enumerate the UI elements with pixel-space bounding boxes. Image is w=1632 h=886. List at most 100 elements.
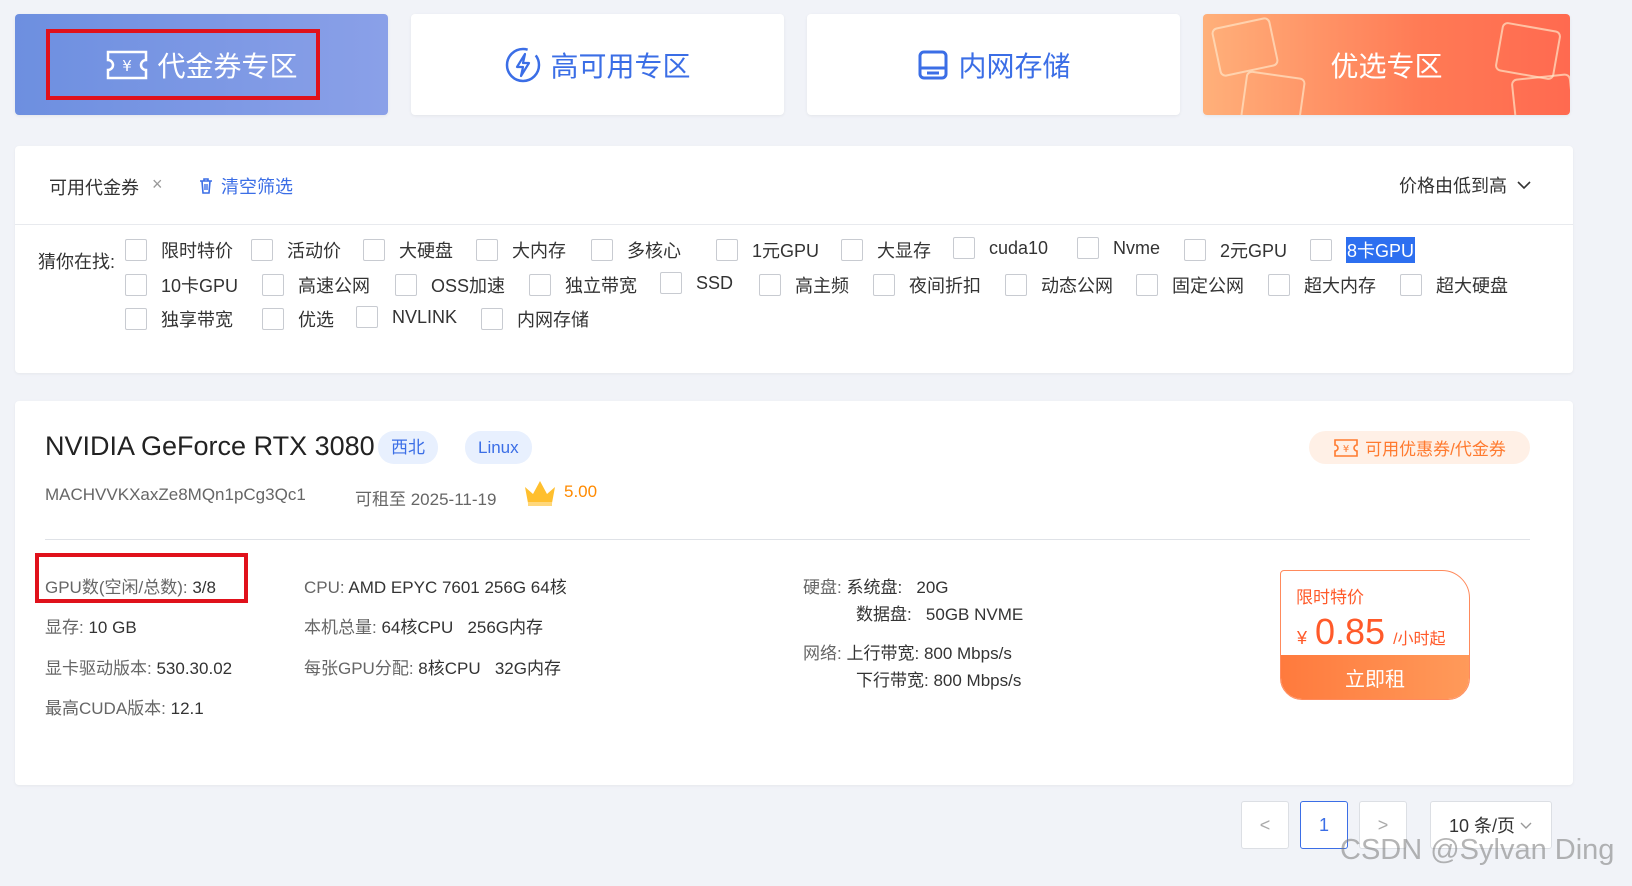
filter-option[interactable]: cuda10 [953, 237, 1048, 259]
ticket-yen-icon: ¥ [1334, 438, 1358, 457]
driver-version: 显卡驱动版本: 530.30.02 [45, 659, 233, 678]
filter-option[interactable]: 优选 [262, 306, 334, 332]
cuda-version: 最高CUDA版本: 12.1 [45, 699, 204, 718]
zone-tab-high-availability[interactable]: 高可用专区 [411, 14, 784, 115]
watermark: CSDN @Sylvan Ding [1340, 834, 1615, 866]
checkbox[interactable] [953, 237, 975, 259]
filter-option[interactable]: 独立带宽 [529, 272, 637, 298]
checkbox[interactable] [395, 274, 417, 296]
filter-option[interactable]: 高主频 [759, 272, 849, 298]
filter-option[interactable]: OSS加速 [395, 272, 505, 298]
chevron-down-icon [1517, 181, 1531, 190]
rating: 5.00 [522, 477, 597, 507]
filter-panel: 可用代金券 × 清空筛选 价格由低到高 猜你在找: 限时特价 活动价 大硬盘 大… [15, 146, 1573, 373]
filter-option[interactable]: 内网存储 [481, 306, 589, 332]
checkbox[interactable] [1184, 239, 1206, 261]
filter-option[interactable]: 夜间折扣 [873, 272, 981, 298]
storage-drive-icon [918, 50, 948, 79]
filter-option[interactable]: SSD [660, 272, 733, 294]
clear-filters-button[interactable]: 清空筛选 [197, 173, 293, 199]
checkbox[interactable] [1136, 274, 1158, 296]
zone-tab-intranet-storage[interactable]: 内网存储 [807, 14, 1180, 115]
price-box: 限时特价 ¥ 0.85 /小时起 立即租 [1280, 570, 1470, 700]
region-badge: 西北 [378, 431, 438, 464]
checkbox[interactable] [1005, 274, 1027, 296]
checkbox[interactable] [363, 239, 385, 261]
filter-option[interactable]: 1元GPU [716, 237, 819, 263]
filter-option[interactable]: 固定公网 [1136, 272, 1244, 298]
gift-icon [1239, 70, 1307, 115]
checkbox[interactable] [125, 308, 147, 330]
zone-label: 内网存储 [958, 50, 1071, 82]
rent-until: 可租至 2025-11-19 [355, 490, 497, 509]
filter-option[interactable]: Nvme [1077, 237, 1160, 259]
filter-option[interactable]: 独享带宽 [125, 306, 233, 332]
checkbox[interactable] [759, 274, 781, 296]
filter-option[interactable]: 大显存 [841, 237, 931, 263]
filter-option[interactable]: 多核心 [591, 237, 681, 263]
checkbox[interactable] [529, 274, 551, 296]
network: 网络: 上行带宽: 800 Mbps/s [803, 644, 1012, 663]
cpu: CPU: AMD EPYC 7601 256G 64核 [304, 578, 567, 597]
machine-id: MACHVVKXaxZe8MQn1pCg3Qc1 [45, 485, 306, 504]
checkbox[interactable] [251, 239, 273, 261]
checkbox[interactable] [125, 239, 147, 261]
filter-option[interactable]: 超大硬盘 [1400, 272, 1508, 298]
checkbox[interactable] [476, 239, 498, 261]
price: ¥ 0.85 /小时起 [1297, 611, 1446, 652]
divider [45, 539, 1530, 540]
sort-dropdown[interactable]: 价格由低到高 [1399, 172, 1533, 198]
active-filter-tag: 可用代金券 [49, 178, 139, 198]
vram: 显存: 10 GB [45, 618, 137, 637]
crown-icon [525, 481, 555, 506]
filter-option[interactable]: 8卡GPU [1310, 237, 1416, 263]
checkbox[interactable] [1400, 274, 1422, 296]
os-badge: Linux [465, 431, 532, 464]
rent-now-button[interactable]: 立即租 [1281, 655, 1469, 699]
checkbox[interactable] [125, 274, 147, 296]
checkbox[interactable] [356, 306, 378, 328]
filter-option[interactable]: 动态公网 [1005, 272, 1113, 298]
gift-icon [1494, 21, 1562, 81]
checkbox[interactable] [591, 239, 613, 261]
prev-page-button[interactable]: < [1241, 801, 1289, 849]
zone-tab-preferred[interactable]: 优选专区 [1203, 14, 1570, 115]
sort-label: 价格由低到高 [1399, 176, 1507, 196]
filter-option[interactable]: 2元GPU [1184, 237, 1287, 263]
remove-filter-icon[interactable]: × [152, 174, 163, 195]
filter-option[interactable]: 10卡GPU [125, 272, 238, 298]
gpu-product-card: NVIDIA GeForce RTX 3080 西北 Linux ¥ 可用优惠券… [15, 401, 1573, 785]
trash-icon [200, 178, 212, 194]
checkbox[interactable] [660, 272, 682, 294]
filter-option[interactable]: 大硬盘 [363, 237, 453, 263]
filter-option[interactable]: NVLINK [356, 306, 457, 328]
checkbox[interactable] [262, 274, 284, 296]
clear-filters-label: 清空筛选 [221, 177, 293, 197]
lightning-circle-icon [506, 47, 541, 82]
annotation-highlight-box [46, 29, 320, 100]
checkbox[interactable] [262, 308, 284, 330]
filter-option[interactable]: 活动价 [251, 237, 341, 263]
downlink: 下行带宽: 800 Mbps/s [856, 671, 1022, 690]
checkbox[interactable] [716, 239, 738, 261]
coupon-button[interactable]: ¥ 可用优惠券/代金券 [1309, 431, 1530, 464]
gift-icon [1510, 73, 1570, 115]
filter-option[interactable]: 大内存 [476, 237, 566, 263]
rating-value: 5.00 [564, 482, 598, 501]
filter-option[interactable]: 高速公网 [262, 272, 370, 298]
price-value: 0.85 [1315, 611, 1386, 652]
filter-option[interactable]: 超大内存 [1268, 272, 1376, 298]
guess-label: 猜你在找: [38, 252, 116, 272]
checkbox[interactable] [841, 239, 863, 261]
per-gpu-allocation: 每张GPU分配: 8核CPU 32G内存 [304, 659, 561, 678]
filter-option[interactable]: 限时特价 [125, 237, 233, 263]
checkbox[interactable] [1310, 239, 1332, 261]
checkbox[interactable] [481, 308, 503, 330]
annotation-highlight-box [35, 553, 248, 603]
disk: 硬盘: 系统盘: 20G [803, 578, 949, 597]
product-title: NVIDIA GeForce RTX 3080 [45, 431, 375, 461]
data-disk: 数据盘: 50GB NVME [856, 605, 1024, 624]
checkbox[interactable] [873, 274, 895, 296]
checkbox[interactable] [1077, 237, 1099, 259]
checkbox[interactable] [1268, 274, 1290, 296]
